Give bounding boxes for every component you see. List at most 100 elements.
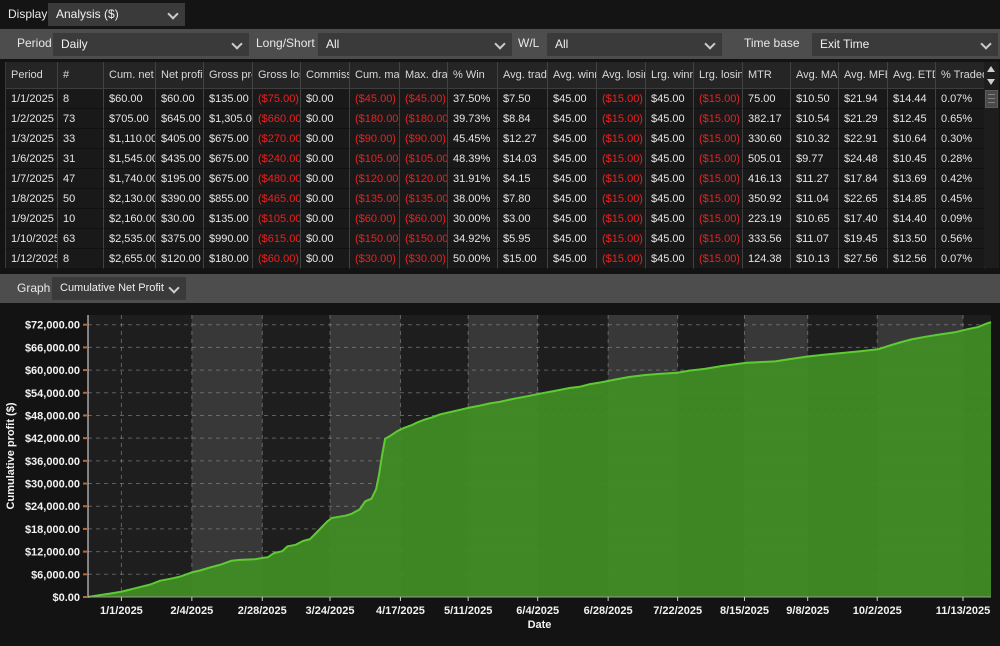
table-scrollbar bbox=[984, 62, 999, 268]
graph-dropdown[interactable]: Cumulative Net Profit bbox=[52, 277, 186, 300]
cell: $0.00 bbox=[301, 89, 350, 109]
column-header-11[interactable]: Avg. winning trade bbox=[548, 62, 597, 88]
wl-dropdown[interactable]: All bbox=[547, 33, 722, 56]
cell: $1,740.00 bbox=[104, 169, 156, 189]
column-header-2[interactable]: Cum. net profit bbox=[104, 62, 156, 88]
column-header-18[interactable]: Avg. ETD bbox=[888, 62, 936, 88]
cell: 350.92 bbox=[743, 189, 791, 209]
column-header-13[interactable]: Lrg. winning trade bbox=[646, 62, 694, 88]
cell: ($15.00) bbox=[694, 89, 743, 109]
cell: $2,655.00 bbox=[104, 249, 156, 269]
x-axis-title: Date bbox=[528, 619, 552, 631]
display-toolbar: Display Analysis ($) bbox=[0, 0, 1000, 29]
column-header-12[interactable]: Avg. losing trade bbox=[597, 62, 646, 88]
cell: 50.00% bbox=[448, 249, 498, 269]
wl-dropdown-value: All bbox=[555, 37, 568, 51]
table-row[interactable]: 1/3/202533$1,110.00$405.00$675.00($270.0… bbox=[6, 129, 999, 149]
cell: $0.00 bbox=[301, 109, 350, 129]
cell: $405.00 bbox=[156, 129, 204, 149]
cell: $60.00 bbox=[104, 89, 156, 109]
cell: 0.07% bbox=[936, 249, 985, 269]
timebase-dropdown[interactable]: Exit Time bbox=[812, 33, 998, 56]
x-tick-label: 2/28/2025 bbox=[238, 605, 287, 617]
cell: $11.07 bbox=[791, 229, 839, 249]
table-row[interactable]: 1/1/20258$60.00$60.00$135.00($75.00)$0.0… bbox=[6, 89, 999, 109]
column-header-1[interactable]: # bbox=[58, 62, 104, 88]
table-row[interactable]: 1/7/202547$1,740.00$195.00$675.00($480.0… bbox=[6, 169, 999, 189]
column-header-10[interactable]: Avg. trade bbox=[498, 62, 548, 88]
column-header-16[interactable]: Avg. MAE bbox=[791, 62, 839, 88]
y-tick-label: $0.00 bbox=[52, 592, 80, 604]
scroll-down-button[interactable] bbox=[984, 75, 999, 88]
arrow-down-icon bbox=[987, 79, 995, 85]
cell: $27.56 bbox=[839, 249, 888, 269]
cell: $2,130.00 bbox=[104, 189, 156, 209]
cell: $60.00 bbox=[156, 89, 204, 109]
display-dropdown[interactable]: Analysis ($) bbox=[48, 3, 185, 26]
column-header-4[interactable]: Gross profit bbox=[204, 62, 253, 88]
column-header-15[interactable]: MTR bbox=[743, 62, 791, 88]
scroll-up-button[interactable] bbox=[984, 62, 999, 75]
cell: 8 bbox=[58, 249, 104, 269]
cell: ($15.00) bbox=[694, 169, 743, 189]
cell: ($75.00) bbox=[253, 89, 301, 109]
cell: 1/10/2025 bbox=[6, 229, 58, 249]
cell: $12.27 bbox=[498, 129, 548, 149]
cell: 10 bbox=[58, 209, 104, 229]
cell: $705.00 bbox=[104, 109, 156, 129]
column-header-0[interactable]: Period bbox=[6, 62, 58, 88]
wl-label: W/L bbox=[518, 29, 539, 58]
chevron-down-icon bbox=[704, 38, 715, 49]
table-row[interactable]: 1/2/202573$705.00$645.00$1,305.00($660.0… bbox=[6, 109, 999, 129]
cell: $0.00 bbox=[301, 169, 350, 189]
cell: $675.00 bbox=[204, 169, 253, 189]
cell: ($45.00) bbox=[350, 89, 400, 109]
table-row[interactable]: 1/9/202510$2,160.00$30.00$135.00($105.00… bbox=[6, 209, 999, 229]
cell: 37.50% bbox=[448, 89, 498, 109]
period-dropdown[interactable]: Daily bbox=[53, 33, 249, 56]
longshort-dropdown[interactable]: All bbox=[318, 33, 512, 56]
cell: $0.00 bbox=[301, 189, 350, 209]
column-header-9[interactable]: % Win bbox=[448, 62, 498, 88]
cell: $45.00 bbox=[646, 89, 694, 109]
cell: 382.17 bbox=[743, 109, 791, 129]
table-row[interactable]: 1/10/202563$2,535.00$375.00$990.00($615.… bbox=[6, 229, 999, 249]
cell: ($45.00) bbox=[400, 89, 448, 109]
cell: $14.44 bbox=[888, 89, 936, 109]
y-tick-label: $48,000.00 bbox=[25, 410, 80, 422]
cell: ($90.00) bbox=[400, 129, 448, 149]
cell: 48.39% bbox=[448, 149, 498, 169]
cell: $120.00 bbox=[156, 249, 204, 269]
table-row[interactable]: 1/12/20258$2,655.00$120.00$180.00($60.00… bbox=[6, 249, 999, 269]
column-header-8[interactable]: Max. drawdown bbox=[400, 62, 448, 88]
cell: $2,160.00 bbox=[104, 209, 156, 229]
cell: $10.65 bbox=[791, 209, 839, 229]
cell: ($180.00) bbox=[400, 109, 448, 129]
cell: $22.65 bbox=[839, 189, 888, 209]
y-tick-label: $54,000.00 bbox=[25, 388, 80, 400]
cell: ($465.00) bbox=[253, 189, 301, 209]
table-row[interactable]: 1/6/202531$1,545.00$435.00$675.00($240.0… bbox=[6, 149, 999, 169]
cell: $7.80 bbox=[498, 189, 548, 209]
cell: 0.45% bbox=[936, 189, 985, 209]
cell: $1,305.00 bbox=[204, 109, 253, 129]
column-header-3[interactable]: Net profit bbox=[156, 62, 204, 88]
column-header-14[interactable]: Lrg. losing trade bbox=[694, 62, 743, 88]
cell: 34.92% bbox=[448, 229, 498, 249]
column-header-6[interactable]: Commission bbox=[301, 62, 350, 88]
x-tick-label: 5/11/2025 bbox=[444, 605, 492, 617]
scrollbar-thumb[interactable] bbox=[985, 90, 998, 108]
column-header-7[interactable]: Cum. max. drawdown bbox=[350, 62, 400, 88]
cell: $45.00 bbox=[646, 229, 694, 249]
cell: 8 bbox=[58, 89, 104, 109]
table-header-row: Period#Cum. net profitNet profitGross pr… bbox=[6, 62, 999, 89]
column-header-17[interactable]: Avg. MFE bbox=[839, 62, 888, 88]
table-row[interactable]: 1/8/202550$2,130.00$390.00$855.00($465.0… bbox=[6, 189, 999, 209]
cell: 1/7/2025 bbox=[6, 169, 58, 189]
column-header-5[interactable]: Gross loss bbox=[253, 62, 301, 88]
y-tick-label: $42,000.00 bbox=[25, 433, 80, 445]
cell: ($15.00) bbox=[597, 169, 646, 189]
cell: ($105.00) bbox=[400, 149, 448, 169]
cell: $45.00 bbox=[646, 169, 694, 189]
column-header-19[interactable]: % Traded bbox=[936, 62, 985, 88]
